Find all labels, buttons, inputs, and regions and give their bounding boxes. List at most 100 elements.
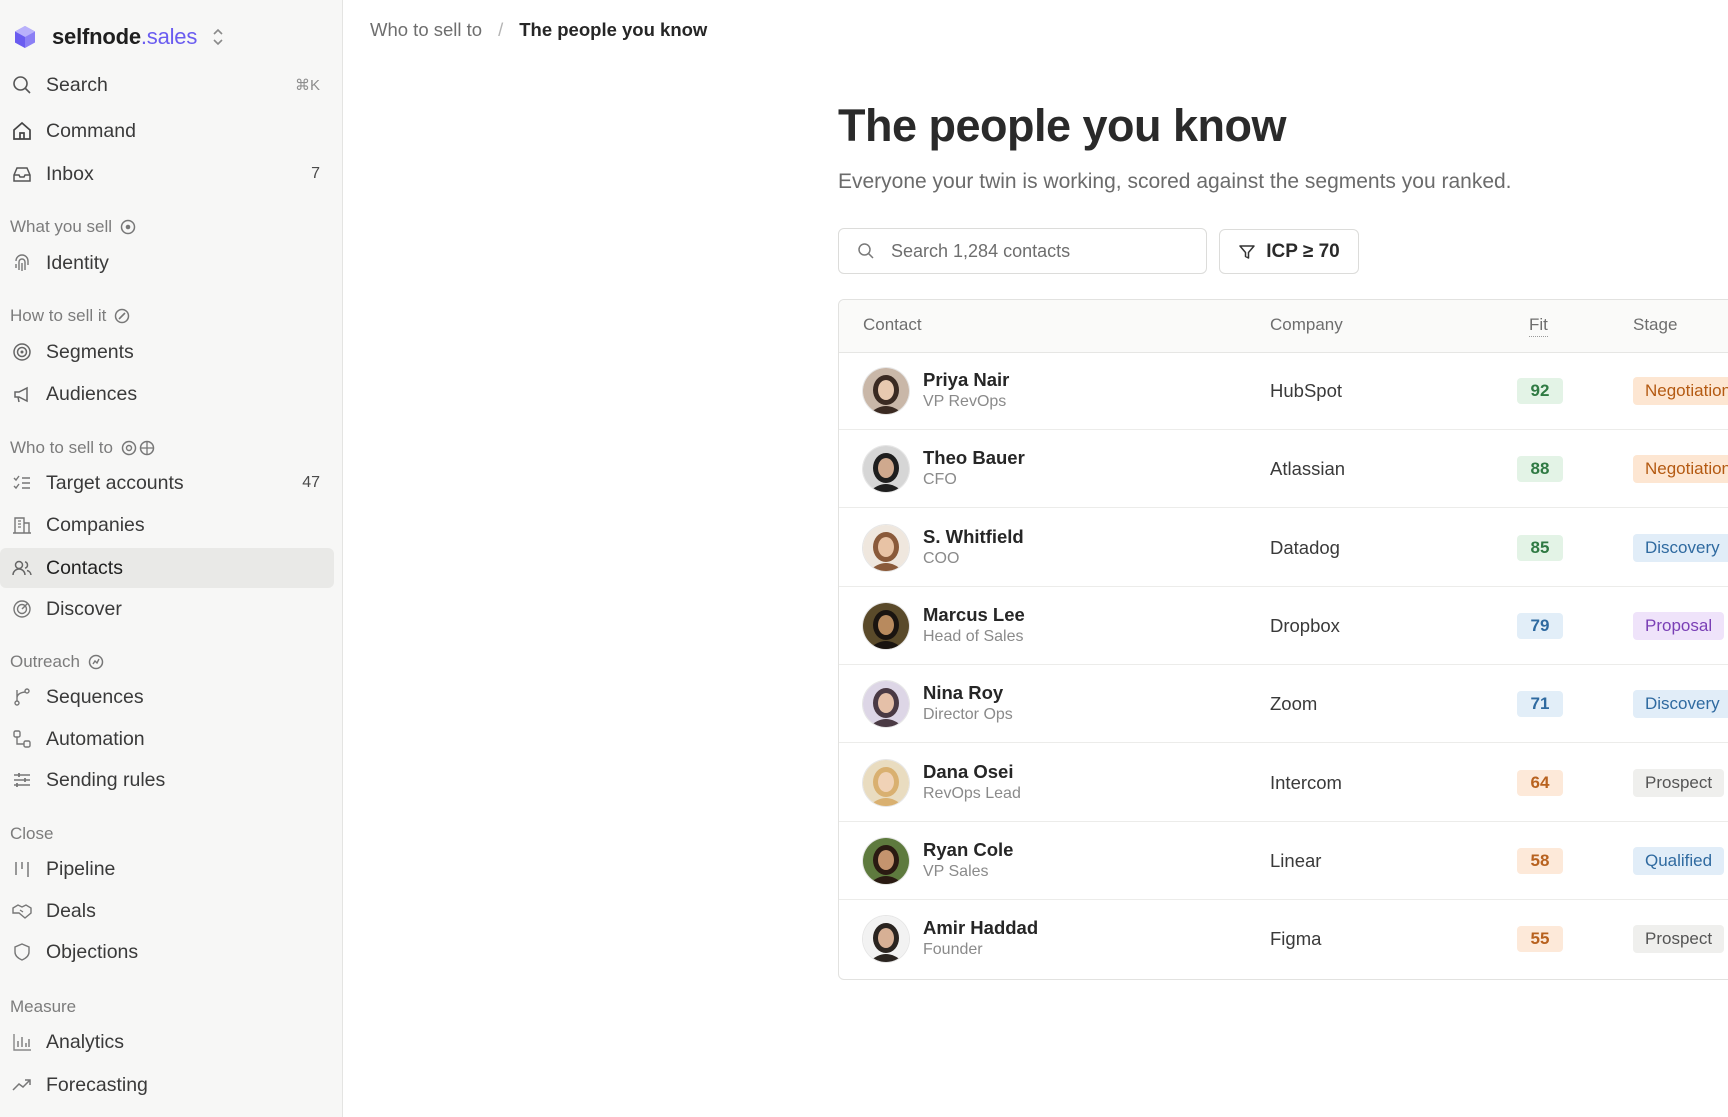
sidebar-item-forecasting[interactable]: Forecasting (0, 1065, 334, 1105)
sidebar-item-pipeline[interactable]: Pipeline (0, 849, 334, 889)
cube-logo-icon (12, 24, 38, 50)
avatar (863, 524, 909, 571)
sidebar-item-discover[interactable]: Discover (0, 589, 334, 629)
sidebar-item-label: Contacts (46, 556, 123, 579)
company-name: Figma (1270, 928, 1322, 950)
stage-badge: Negotiation (1633, 455, 1728, 484)
megaphone-icon (11, 383, 33, 405)
list-checks-icon (11, 472, 33, 494)
company-name: Intercom (1270, 771, 1342, 793)
sidebar-item-contacts[interactable]: Contacts (0, 548, 334, 588)
sidebar-item-label: Segments (46, 340, 134, 363)
contact-role: Head of Sales (923, 627, 1024, 645)
sidebar-item-automation[interactable]: Automation (0, 719, 334, 759)
avatar (863, 759, 909, 806)
search-icon (11, 74, 33, 96)
table-row[interactable]: Ryan Cole VP Sales Linear 58 Qualified (839, 822, 1728, 900)
search-shortcut: ⌘K (294, 77, 320, 94)
sidebar-item-analytics[interactable]: Analytics (0, 1022, 334, 1062)
column-company[interactable]: Company (1270, 315, 1343, 335)
sidebar-item-identity[interactable]: Identity (0, 243, 334, 283)
table-row[interactable]: Priya Nair VP RevOps HubSpot 92 Negotiation (839, 352, 1728, 430)
avatar (863, 446, 909, 493)
sidebar-item-sequences[interactable]: Sequences (0, 677, 334, 717)
contacts-table: Contact Company Fit Stage Priya Nair VP R… (838, 299, 1728, 980)
sidebar-item-label: Companies (46, 513, 145, 536)
sidebar-item-label: Sequences (46, 685, 144, 708)
contact-search (838, 228, 1207, 274)
contact-role: Founder (923, 941, 983, 959)
fit-score-badge: 92 (1517, 378, 1563, 404)
contact-role: VP RevOps (923, 393, 1007, 410)
sidebar-item-label: Deals (46, 899, 96, 922)
contact-name[interactable]: Priya Nair (923, 369, 1009, 391)
sidebar-item-label: Identity (46, 251, 109, 274)
sidebar-item-objections[interactable]: Objections (0, 932, 334, 972)
avatar (863, 837, 909, 884)
breadcrumb-parent[interactable]: Who to sell to (370, 19, 482, 41)
contact-name[interactable]: S. Whitfield (923, 526, 1024, 548)
stage-badge: Discovery (1633, 690, 1728, 719)
home-icon (11, 120, 33, 142)
inbox-icon (11, 163, 33, 185)
sidebar-item-segments[interactable]: Segments (0, 332, 334, 372)
section-close: Close (10, 824, 54, 843)
sidebar-item-target-accounts[interactable]: Target accounts 47 (0, 463, 334, 503)
search-nav[interactable]: Search ⌘K (0, 65, 334, 105)
sidebar-item-label: Automation (46, 727, 145, 750)
handshake-icon (11, 900, 33, 922)
sidebar-item-label: Sending rules (46, 768, 166, 791)
filter-icon (1239, 244, 1256, 259)
table-row[interactable]: Dana Osei RevOps Lead Intercom 64 Prospect (839, 744, 1728, 822)
sidebar-item-audiences[interactable]: Audiences (0, 374, 334, 414)
column-contact[interactable]: Contact (863, 315, 922, 335)
contact-name[interactable]: Theo Bauer (923, 447, 1025, 469)
fit-score-badge: 55 (1517, 926, 1563, 953)
table-header: Contact Company Fit Stage (839, 300, 1728, 353)
contact-name[interactable]: Nina Roy (923, 682, 1003, 704)
users-icon (11, 557, 33, 579)
table-row[interactable]: Nina Roy Director Ops Zoom 71 Discovery (839, 665, 1728, 744)
contact-role: CFO (923, 471, 957, 489)
contact-name[interactable]: Dana Osei (923, 761, 1014, 783)
building-icon (11, 514, 33, 536)
avatar (863, 368, 909, 414)
compass-blob-icon (115, 308, 130, 324)
contact-name[interactable]: Ryan Cole (923, 839, 1013, 861)
table-row[interactable]: Theo Bauer CFO Atlassian 88 Negotiation (839, 430, 1728, 509)
contact-name[interactable]: Amir Haddad (923, 917, 1038, 939)
sidebar-item-label: Inbox (46, 162, 94, 185)
contact-role: COO (923, 549, 960, 567)
sidebar-item-companies[interactable]: Companies (0, 505, 334, 545)
breadcrumb: Who to sell to / The people you know (370, 18, 707, 42)
eye-blob-icon (120, 219, 136, 235)
inbox-count: 7 (311, 165, 320, 182)
fit-score-badge: 79 (1517, 612, 1563, 639)
sidebar-item-command[interactable]: Command (0, 111, 334, 151)
page-subtitle: Everyone your twin is working, scored ag… (838, 170, 1512, 193)
icp-filter-label: ICP ≥ 70 (1266, 240, 1340, 262)
column-stage[interactable]: Stage (1633, 315, 1677, 335)
avatar (863, 602, 909, 649)
breadcrumb-current: The people you know (519, 19, 708, 40)
table-row[interactable]: S. Whitfield COO Datadog 85 Discovery (839, 509, 1728, 587)
search-input[interactable] (889, 239, 1193, 263)
kanban-icon (11, 858, 33, 880)
icp-filter-button[interactable]: ICP ≥ 70 (1219, 229, 1359, 274)
workspace-switcher[interactable]: selfnode.sales (12, 22, 225, 52)
sidebar-item-deals[interactable]: Deals (0, 891, 334, 931)
page-title: The people you know (838, 100, 1287, 151)
sidebar-item-sending-rules[interactable]: Sending rules (0, 760, 334, 800)
trending-up-icon (11, 1074, 33, 1096)
company-name: Dropbox (1270, 614, 1340, 636)
contact-name[interactable]: Marcus Lee (923, 604, 1025, 626)
column-fit[interactable]: Fit (1529, 315, 1548, 337)
sidebar-item-inbox[interactable]: Inbox 7 (0, 154, 334, 194)
stage-badge: Prospect (1633, 768, 1725, 797)
table-row[interactable]: Amir Haddad Founder Figma 55 Prospect (839, 900, 1728, 978)
sidebar-item-label: Target accounts (46, 471, 184, 494)
fingerprint-icon (11, 252, 33, 274)
stage-badge: Discovery (1633, 533, 1728, 562)
fit-score-badge: 88 (1517, 456, 1563, 483)
table-row[interactable]: Marcus Lee Head of Sales Dropbox 79 Proposal (839, 587, 1728, 665)
